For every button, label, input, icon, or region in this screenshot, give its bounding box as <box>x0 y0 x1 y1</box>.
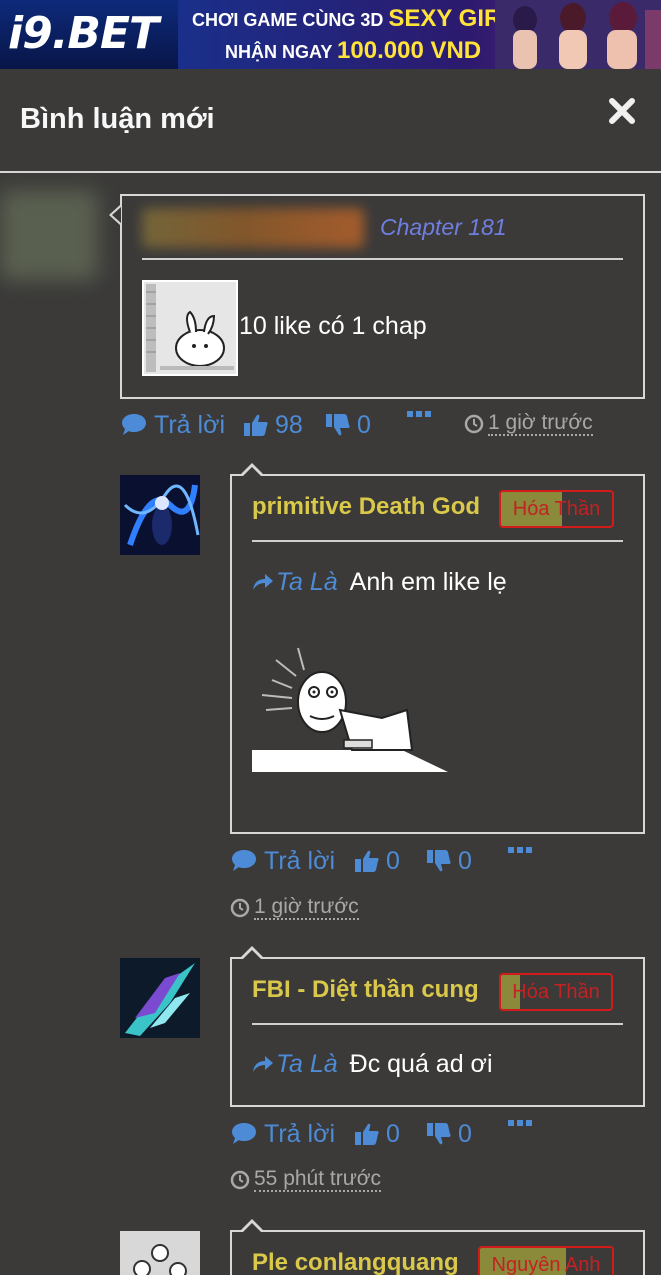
reply-message: Anh em like lẹ <box>349 568 507 596</box>
like-button[interactable]: 0 <box>354 1118 400 1150</box>
reply-button[interactable]: Trả lời <box>230 845 335 877</box>
username[interactable]: FBI - Diệt thần cung <box>252 975 479 1005</box>
dislike-count: 0 <box>458 847 472 875</box>
like-count: 98 <box>275 411 303 439</box>
reply-label: Trả lời <box>264 847 336 875</box>
more-button[interactable] <box>407 409 431 419</box>
reply-text-line: Ta Là Đc quá ad ơi <box>252 1048 493 1080</box>
chapter-link[interactable]: Chapter 181 <box>380 212 507 242</box>
clock-icon <box>230 898 250 918</box>
reply-to-name: Ta Là <box>276 1050 338 1078</box>
reply-button[interactable]: Trả lời <box>120 409 225 441</box>
more-icon <box>407 411 431 417</box>
username[interactable]: primitive Death God <box>252 492 480 522</box>
comment-pointer-inner <box>112 207 121 223</box>
comment-time: 55 phút trước <box>230 1167 382 1192</box>
dislike-button[interactable]: 0 <box>325 409 371 441</box>
dislike-button[interactable]: 0 <box>426 1118 472 1150</box>
rabbit-sticker-icon <box>144 282 236 374</box>
reply-message: Đc quá ad ơi <box>349 1050 493 1078</box>
reply-label: Trả lời <box>154 411 226 439</box>
rank-label: Nguyên Anh <box>491 1254 601 1275</box>
reply-label: Trả lời <box>264 1120 336 1148</box>
comment-time: 1 giờ trước <box>464 412 593 436</box>
avatar[interactable] <box>120 1231 200 1275</box>
avatar[interactable] <box>120 958 200 1038</box>
more-button[interactable] <box>508 1118 532 1128</box>
divider <box>142 258 623 260</box>
banner-promo-line2-highlight: 100.000 VND <box>337 37 482 64</box>
rank-badge: Hóa Thần <box>499 973 613 1011</box>
thumbs-down-icon <box>326 414 350 436</box>
comment-icon <box>232 1123 256 1144</box>
avatar[interactable] <box>0 190 98 280</box>
reply-meme-image <box>252 640 448 775</box>
reply-to-name: Ta Là <box>276 568 338 596</box>
reply-to-link[interactable]: Ta Là <box>252 1048 338 1080</box>
thumbs-down-icon <box>427 850 451 872</box>
meme-face-icon <box>252 647 448 772</box>
page-title: Bình luận mới <box>20 103 215 135</box>
time-text: 1 giờ trước <box>254 895 359 920</box>
time-text: 1 giờ trước <box>488 411 593 436</box>
close-button[interactable] <box>604 93 640 129</box>
dislike-count: 0 <box>458 1120 472 1148</box>
thumbs-up-icon <box>355 1123 379 1145</box>
banner-promo-line1-text: CHƠI GAME CÙNG 3D <box>192 10 384 30</box>
rank-badge: Nguyên Anh <box>478 1246 614 1275</box>
reply-to-link[interactable]: Ta Là <box>252 566 338 598</box>
banner-promo-line1: CHƠI GAME CÙNG 3D SEXY GIRL <box>192 6 516 33</box>
like-button[interactable]: 98 <box>243 409 303 441</box>
more-button[interactable] <box>508 845 532 855</box>
ad-banner[interactable]: i9.BET CHƠI GAME CÙNG 3D SEXY GIRL NHẬN … <box>0 0 661 69</box>
username[interactable]: Ple conlangquang <box>252 1248 459 1275</box>
reply-pointer-inner <box>243 1223 261 1232</box>
time-text: 55 phút trước <box>254 1167 382 1192</box>
thumbs-down-icon <box>427 1123 451 1145</box>
divider <box>252 540 623 542</box>
reply-pointer-inner <box>243 950 261 959</box>
banner-characters-image <box>495 0 661 69</box>
comment-sticker-image <box>142 280 238 376</box>
like-button[interactable]: 0 <box>354 845 400 877</box>
banner-logo: i9.BET <box>8 8 159 59</box>
avatar-image <box>120 475 200 555</box>
clock-icon <box>230 1170 250 1190</box>
dislike-count: 0 <box>357 411 371 439</box>
banner-promo-line2: NHẬN NGAY 100.000 VND <box>225 38 481 65</box>
comment-time: 1 giờ trước <box>230 896 359 920</box>
username-blurred[interactable] <box>142 208 364 248</box>
avatar-image <box>120 1231 200 1275</box>
reply-button[interactable]: Trả lời <box>230 1118 335 1150</box>
rank-label: Hóa Thần <box>512 981 600 1003</box>
comment-icon <box>232 850 256 871</box>
reply-arrow-icon <box>253 574 273 590</box>
comment-text: 10 like có 1 chap <box>239 312 427 340</box>
like-count: 0 <box>386 1120 400 1148</box>
comments-header: Bình luận mới <box>0 69 661 173</box>
divider <box>252 1023 623 1025</box>
reply-text-line: Ta Là Anh em like lẹ <box>252 566 507 598</box>
thumbs-up-icon <box>355 850 379 872</box>
comment-icon <box>122 414 146 435</box>
close-icon <box>609 98 635 124</box>
more-icon <box>508 1120 532 1126</box>
clock-icon <box>464 414 484 434</box>
rank-badge: Hóa Thần <box>499 490 614 528</box>
more-icon <box>508 847 532 853</box>
thumbs-up-icon <box>244 414 268 436</box>
rank-label: Hóa Thần <box>512 498 601 520</box>
dislike-button[interactable]: 0 <box>426 845 472 877</box>
avatar-image <box>120 958 200 1038</box>
like-count: 0 <box>386 847 400 875</box>
banner-promo-line2-text: NHẬN NGAY <box>225 42 333 62</box>
reply-pointer-inner <box>243 467 261 476</box>
reply-arrow-icon <box>253 1056 273 1072</box>
avatar[interactable] <box>120 475 200 555</box>
